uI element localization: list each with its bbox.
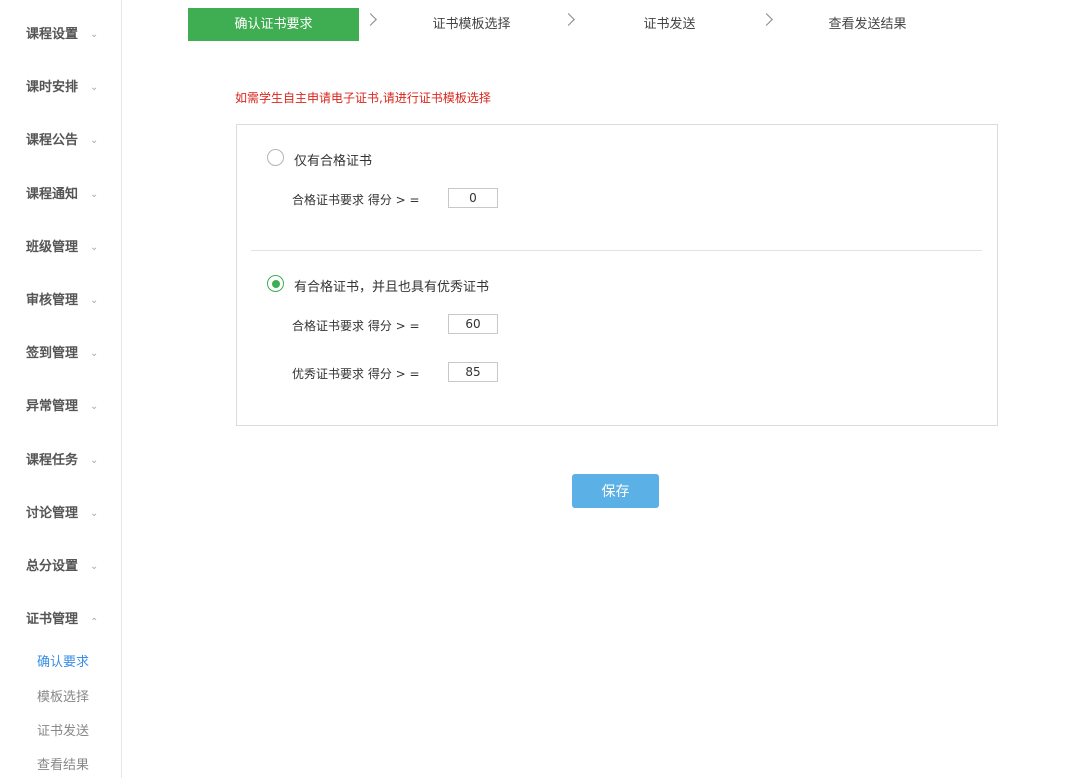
sidebar-item-score-settings[interactable]: 总分设置 ⌄ [26,557,116,577]
option-label: 有合格证书，并且也具有优秀证书 [294,280,490,295]
sidebar-item-notifications[interactable]: 课程通知 ⌄ [26,185,116,205]
chevron-down-icon: ⌄ [90,561,99,572]
sidebar-item-course-tasks[interactable]: 课程任务 ⌄ [26,451,116,471]
sidebar-item-label: 证书管理 [26,612,79,627]
sidebar-item-label: 课程设置 [26,27,79,42]
excellent-score-label: 优秀证书要求 得分 > = [292,367,420,381]
sidebar-item-label: 课程任务 [26,453,79,468]
hint-text: 如需学生自主申请电子证书,请进行证书模板选择 [235,91,491,105]
sidebar-item-schedule[interactable]: 课时安排 ⌄ [26,78,116,98]
certificate-options-panel: 仅有合格证书 合格证书要求 得分 > = 有合格证书，并且也具有优秀证书 合格证… [236,124,998,426]
sidebar-item-class-management[interactable]: 班级管理 ⌄ [26,238,116,258]
sidebar-item-label: 讨论管理 [26,506,79,521]
chevron-right-icon [364,13,377,26]
step-view-results[interactable]: 查看发送结果 [782,8,953,41]
pass-score-input[interactable] [448,314,498,334]
chevron-up-icon: ⌃ [90,617,99,628]
radio-pass-only[interactable] [267,149,284,166]
sidebar: 课程设置 ⌄ 课时安排 ⌄ 课程公告 ⌄ 课程通知 ⌄ 班级管理 ⌄ 审核管理 … [0,0,122,778]
chevron-down-icon: ⌄ [90,295,99,306]
chevron-down-icon: ⌄ [90,508,99,519]
excellent-score-input[interactable] [448,362,498,382]
pass-score-label: 合格证书要求 得分 > = [292,193,420,207]
chevron-down-icon: ⌄ [90,135,99,146]
sidebar-subitem-template-selection[interactable]: 模板选择 [37,689,89,707]
pass-score-label: 合格证书要求 得分 > = [292,319,420,333]
chevron-down-icon: ⌄ [90,189,99,200]
sidebar-subitem-certificate-sending[interactable]: 证书发送 [37,723,89,741]
sidebar-item-certificate-management[interactable]: 证书管理 ⌃ [26,610,116,630]
radio-pass-and-excellent[interactable] [267,275,284,292]
sidebar-item-discussion-management[interactable]: 讨论管理 ⌄ [26,504,116,524]
sidebar-item-review-management[interactable]: 审核管理 ⌄ [26,291,116,311]
sidebar-item-course-settings[interactable]: 课程设置 ⌄ [26,25,116,45]
sidebar-subitem-view-results[interactable]: 查看结果 [37,757,89,775]
chevron-right-icon [760,13,773,26]
chevron-down-icon: ⌄ [90,401,99,412]
sidebar-item-label: 签到管理 [26,346,79,361]
sidebar-item-label: 课程通知 [26,187,79,202]
divider [251,250,982,251]
pass-score-input[interactable] [448,188,498,208]
chevron-down-icon: ⌄ [90,242,99,253]
chevron-down-icon: ⌄ [90,348,99,359]
sidebar-item-exception-management[interactable]: 异常管理 ⌄ [26,397,116,417]
chevron-down-icon: ⌄ [90,455,99,466]
chevron-right-icon [562,13,575,26]
sidebar-item-label: 班级管理 [26,240,79,255]
sidebar-item-announcements[interactable]: 课程公告 ⌄ [26,131,116,151]
step-certificate-sending[interactable]: 证书发送 [584,8,755,41]
chevron-down-icon: ⌄ [90,29,99,40]
sidebar-item-label: 审核管理 [26,293,79,308]
sidebar-item-label: 异常管理 [26,399,79,414]
step-template-selection[interactable]: 证书模板选择 [386,8,557,41]
sidebar-item-label: 课时安排 [26,80,79,95]
sidebar-subitem-confirm-requirements[interactable]: 确认要求 [37,654,89,672]
step-confirm-requirements[interactable]: 确认证书要求 [188,8,359,41]
sidebar-item-label: 总分设置 [26,559,79,574]
save-button[interactable]: 保存 [572,474,659,508]
option-label: 仅有合格证书 [294,154,373,169]
sidebar-item-label: 课程公告 [26,133,79,148]
chevron-down-icon: ⌄ [90,82,99,93]
sidebar-item-checkin-management[interactable]: 签到管理 ⌄ [26,344,116,364]
